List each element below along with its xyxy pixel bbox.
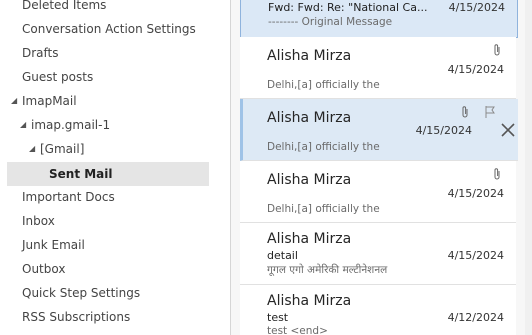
message-subject: Fwd: Fwd: Re: "National Ca... [268, 1, 428, 14]
collapse-arrow-icon[interactable]: ◢ [20, 113, 26, 137]
folder-label: Junk Email [22, 238, 85, 252]
message-date: 4/15/2024 [448, 1, 505, 14]
folder-label: Conversation Action Settings [22, 22, 196, 36]
message-subject: test [267, 311, 289, 324]
folder-junk-email[interactable]: Junk Email [0, 233, 230, 257]
folder-drafts[interactable]: Drafts [0, 41, 230, 65]
message-row[interactable]: Alisha Mirza test 4/12/2024 test <end> [240, 285, 516, 335]
folder-imap-gmail-1[interactable]: ◢ imap.gmail-1 [0, 113, 230, 137]
message-sender: Alisha Mirza [267, 172, 352, 188]
message-date: 4/15/2024 [447, 249, 504, 262]
message-date: 4/15/2024 [447, 187, 504, 200]
folder-sent-mail[interactable]: Sent Mail [7, 162, 209, 186]
folder-guest-posts[interactable]: Guest posts [0, 65, 230, 89]
folder-label: RSS Subscriptions [22, 310, 131, 324]
attachment-icon [494, 44, 500, 56]
folder-label: Important Docs [22, 190, 115, 204]
message-preview: Delhi,[a] officially the [267, 79, 380, 91]
message-preview: Delhi,[a] officially the [267, 203, 380, 215]
folder-label: Drafts [22, 46, 59, 60]
scrollbar[interactable] [525, 0, 532, 335]
folder-label: imap.gmail-1 [31, 118, 111, 132]
collapse-arrow-icon[interactable]: ◢ [11, 89, 17, 113]
folder-label: Sent Mail [49, 167, 113, 181]
message-sender: Alisha Mirza [267, 48, 352, 64]
message-preview: -------- Original Message [268, 16, 393, 28]
message-row[interactable]: Alisha Mirza 4/15/2024 Delhi,[a] officia… [240, 99, 518, 161]
folder-label: Inbox [22, 214, 55, 228]
folder-important-docs[interactable]: Important Docs [0, 185, 230, 209]
message-subject: detail [267, 249, 298, 262]
folder-rss-subscriptions[interactable]: RSS Subscriptions [0, 305, 230, 329]
attachment-icon [494, 168, 500, 180]
message-sender: Alisha Mirza [267, 231, 352, 247]
message-list: Fwd: Fwd: Re: "National Ca... -------- O… [231, 0, 532, 335]
message-row[interactable]: Alisha Mirza 4/15/2024 Delhi,[a] officia… [240, 161, 516, 223]
message-date: 4/15/2024 [447, 63, 504, 76]
message-sender: Alisha Mirza [267, 110, 352, 126]
message-date: 4/15/2024 [415, 124, 472, 137]
message-row[interactable]: Fwd: Fwd: Re: "National Ca... -------- O… [240, 0, 518, 38]
folder-label: ImapMail [22, 94, 77, 108]
folder-label: Deleted Items [22, 0, 107, 12]
collapse-arrow-icon[interactable]: ◢ [29, 137, 35, 161]
message-date: 4/12/2024 [447, 311, 504, 324]
message-row[interactable]: Alisha Mirza 4/15/2024 Delhi,[a] officia… [240, 37, 516, 99]
flag-icon[interactable] [484, 105, 496, 119]
folder-outbox[interactable]: Outbox [0, 257, 230, 281]
folder-label: Quick Step Settings [22, 286, 141, 300]
folder-gmail[interactable]: ◢ [Gmail] [0, 137, 230, 161]
folder-quick-step-settings[interactable]: Quick Step Settings [0, 281, 230, 305]
delete-icon[interactable] [500, 122, 516, 138]
folder-label: Guest posts [22, 70, 94, 84]
folder-imapmail[interactable]: ◢ ImapMail [0, 89, 230, 113]
folder-deleted-items[interactable]: Deleted Items [0, 0, 230, 17]
folder-inbox[interactable]: Inbox [0, 209, 230, 233]
attachment-icon [462, 106, 468, 118]
message-preview: test <end> [267, 325, 328, 335]
message-preview: गूगल एगो अमेरिकी मल्टीनेशनल [267, 264, 388, 276]
folder-label: Outbox [22, 262, 66, 276]
message-sender: Alisha Mirza [267, 293, 352, 309]
folder-conversation-action-settings[interactable]: Conversation Action Settings [0, 17, 230, 41]
message-row[interactable]: Alisha Mirza detail 4/15/2024 गूगल एगो अ… [240, 223, 516, 285]
message-preview: Delhi,[a] officially the [267, 141, 380, 153]
folder-label: [Gmail] [40, 142, 85, 156]
folder-pane: Deleted Items Conversation Action Settin… [0, 0, 231, 335]
